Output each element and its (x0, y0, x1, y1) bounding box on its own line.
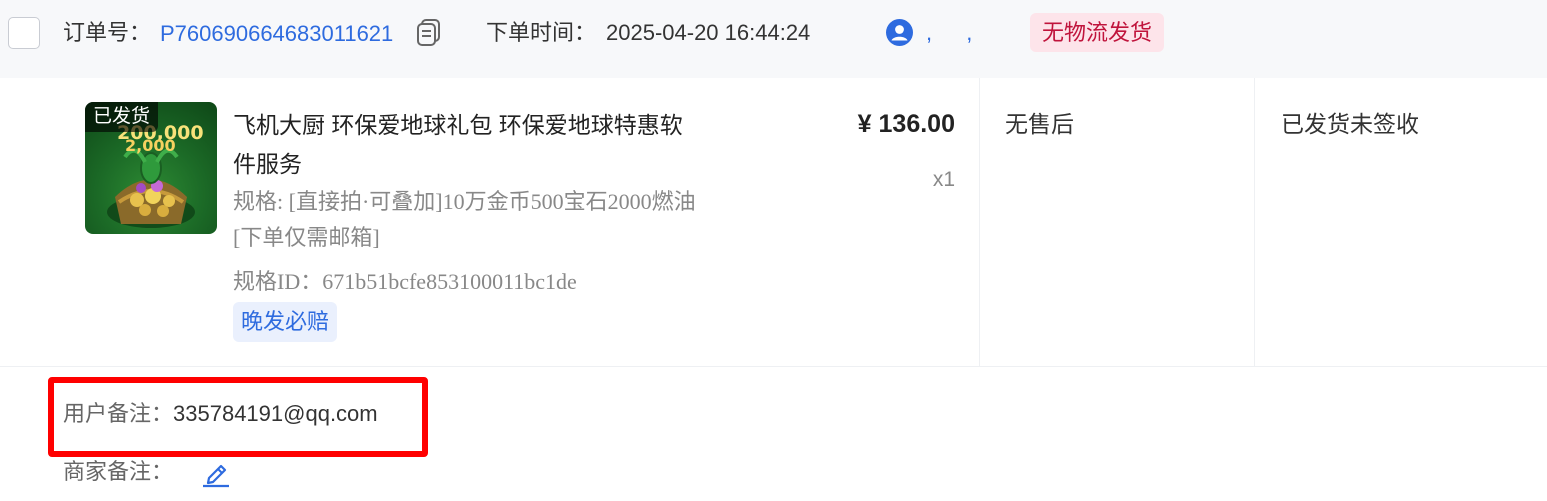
order-time-value: 2025-04-20 16:44:24 (606, 20, 811, 45)
merchant-note: 商家备注： (63, 456, 173, 488)
product-price: ¥ 136.00 (857, 110, 955, 138)
shipping-status: 已发货未签收 (1281, 111, 1419, 137)
product-quantity: x1 (932, 168, 955, 191)
column-divider (979, 78, 980, 367)
thumb-text: 2,000 (125, 136, 176, 155)
user-avatar-icon[interactable] (886, 19, 913, 46)
merchant-note-label: 商家备注： (63, 459, 174, 484)
order-checkbox[interactable] (8, 17, 40, 49)
edit-icon[interactable] (201, 458, 231, 488)
order-no-label: 订单号： (63, 20, 152, 45)
order-time-label: 下单时间： (486, 20, 597, 45)
product-thumbnail[interactable]: 200,000 2,000 已发货 (85, 102, 217, 234)
product-spec: 规格: [直接拍·可叠加]10万金币500宝石2000燃油[下单仅需邮箱] (233, 189, 696, 250)
copy-icon[interactable] (416, 18, 442, 46)
column-divider (1254, 78, 1255, 367)
highlight-box (48, 377, 428, 457)
logistics-tag: 无物流发货 (1030, 13, 1165, 52)
shipped-badge: 已发货 (85, 102, 159, 132)
buyer-name[interactable]: , , (926, 18, 986, 48)
product-spec-id: 规格ID：671b51bcfe853100011bc1de (233, 269, 577, 294)
order-no-link[interactable]: P760690664683011621 (160, 19, 393, 49)
aftersale-status: 无售后 (1005, 111, 1074, 137)
service-tag: 晚发必赔 (233, 302, 338, 342)
product-title[interactable]: 飞机大厨 环保爱地球礼包 环保爱地球特惠软件服务 (233, 106, 703, 184)
